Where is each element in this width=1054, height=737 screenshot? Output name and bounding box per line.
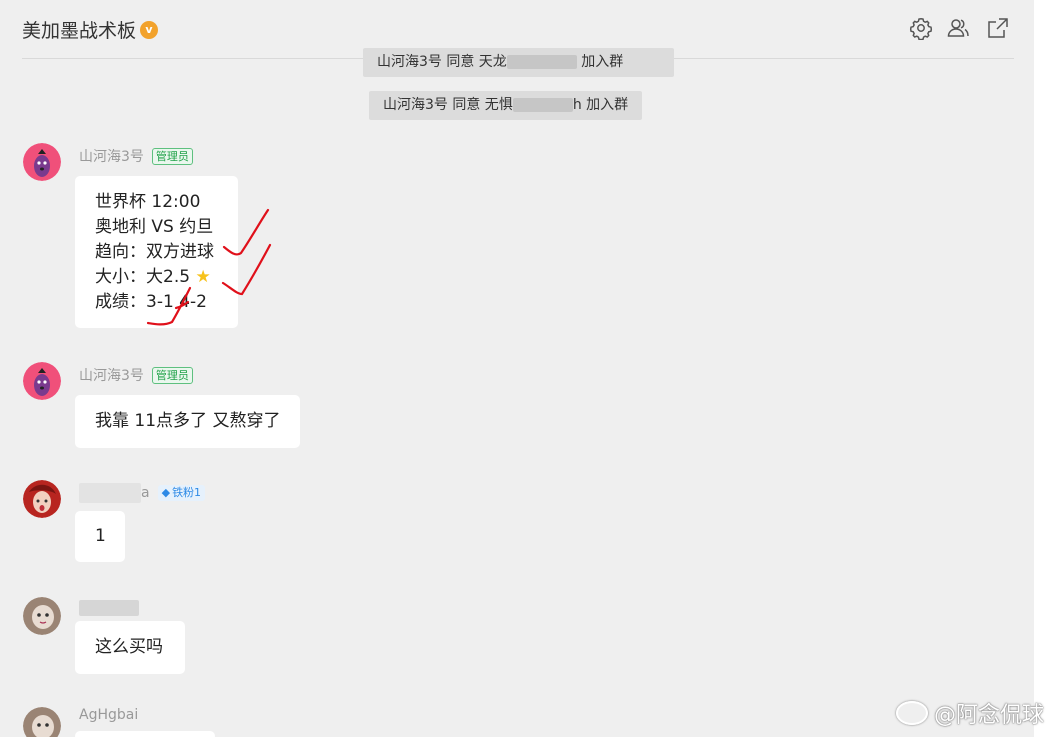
watermark: @阿念侃球 [895,697,1044,729]
message-line: 这么买吗 [95,637,163,657]
settings-icon[interactable] [909,16,933,41]
avatar[interactable] [23,707,61,737]
popout-icon[interactable] [986,16,1010,40]
diamond-icon: ◆ [161,486,171,499]
message-bubble[interactable]: 这么买吗 [75,621,185,674]
system-message-text: 山河海3号 同意 无惧 [383,97,513,113]
system-message: 山河海3号 同意 无惧 h 加入群 [369,91,643,120]
avatar[interactable] [23,597,61,635]
sender-info: a ◆ 铁粉1 [79,483,206,503]
admin-badge: 管理员 [151,366,193,384]
sender-name[interactable]: 山河海3号 [79,365,144,385]
sender-name[interactable]: a [79,483,150,503]
sender-name[interactable]: 山河海3号 [79,146,144,166]
avatar[interactable] [23,480,61,518]
fan-badge: ◆ 铁粉1 [157,485,206,501]
blurred-name [506,55,577,69]
verified-badge-icon: v [140,20,159,39]
sender-info [79,600,139,616]
system-message-text: 山河海3号 同意 天龙 [377,54,507,70]
system-message-text: h 加入群 [572,97,629,113]
sender-info: AgHgbai [79,707,138,723]
message-line: 我靠 11点多了 又熬穿了 [95,411,281,431]
fan-badge-label: 铁粉1 [172,486,202,499]
system-message: 山河海3号 同意 天龙 加入群 [363,48,674,77]
scrollbar[interactable] [1034,0,1054,737]
sender-info: 山河海3号 管理员 [79,365,193,385]
admin-badge: 管理员 [151,147,193,165]
red-annotation-marks [146,208,272,326]
blurred-name [79,600,139,616]
message-bubble[interactable]: 1 [75,511,125,562]
message-bubble[interactable]: 我靠 11点多了 又熬穿了 [75,395,300,448]
group-title: 美加墨战术板 v [22,16,159,43]
sender-name-suffix: a [141,485,150,501]
members-icon[interactable] [946,16,970,40]
avatar[interactable] [23,362,61,400]
blurred-name [512,98,573,112]
system-message-text: 加入群 [581,54,624,70]
watermark-text: @阿念侃球 [933,703,1044,728]
message-bubble[interactable] [75,731,215,737]
group-name: 美加墨战术板 [22,20,137,42]
weibo-logo-icon [895,701,928,725]
sender-info: 山河海3号 管理员 [79,146,193,166]
message-line: 1 [95,526,106,546]
avatar[interactable] [23,143,61,181]
blurred-name [79,483,141,503]
sender-name[interactable]: AgHgbai [79,707,138,723]
